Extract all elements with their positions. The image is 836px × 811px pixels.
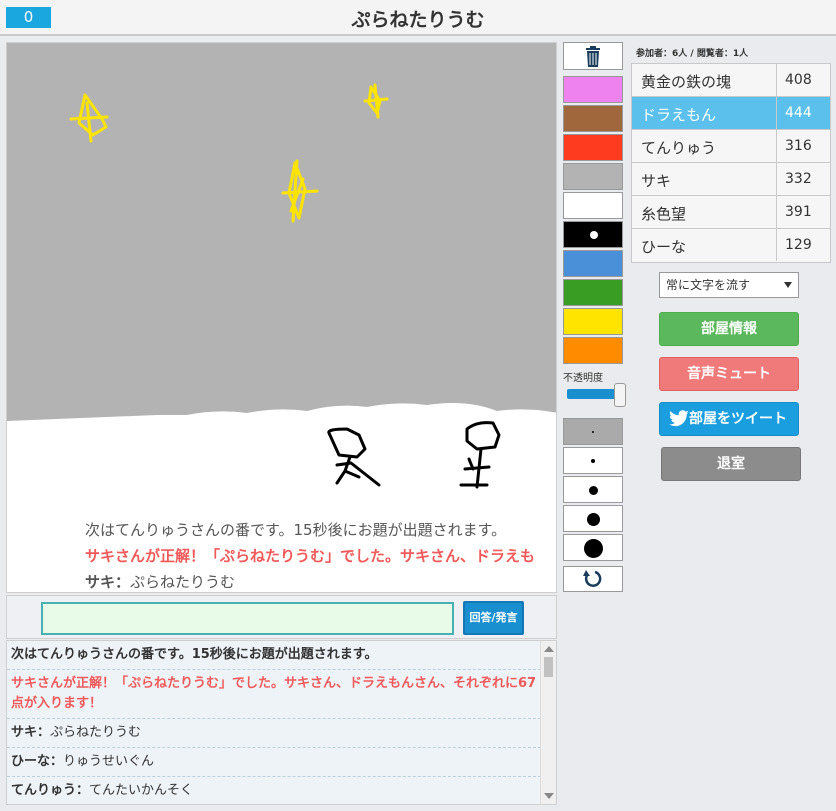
player-row-active[interactable]: ドラえもん 444 bbox=[632, 97, 830, 130]
drawing-layer bbox=[7, 43, 556, 489]
opacity-slider[interactable] bbox=[567, 383, 626, 407]
tweet-button[interactable]: 部屋をツイート bbox=[659, 402, 799, 436]
opacity-label: 不透明度 bbox=[563, 373, 603, 384]
header: 0 ぷらねたりうむ bbox=[0, 0, 836, 36]
twitter-bird-icon bbox=[669, 410, 689, 427]
overlay-text: ぷらねたりうむ bbox=[130, 573, 236, 591]
pen-size-dot-icon bbox=[592, 431, 594, 433]
log-text: りゅうせいぐん bbox=[63, 754, 155, 769]
color-swatch[interactable] bbox=[563, 134, 623, 161]
scroll-thumb[interactable] bbox=[544, 657, 553, 677]
player-name: サキ bbox=[641, 172, 672, 190]
player-row[interactable]: 黄金の鉄の塊 408 bbox=[632, 64, 830, 97]
player-score: 444 bbox=[776, 97, 831, 129]
log-text: てんたいかんそく bbox=[89, 783, 194, 798]
opacity-slider-track bbox=[567, 389, 621, 399]
color-swatch[interactable] bbox=[563, 250, 623, 277]
color-swatch[interactable] bbox=[563, 76, 623, 103]
player-score: 332 bbox=[776, 163, 831, 195]
trash-icon bbox=[586, 46, 600, 67]
log-speaker: てんりゅう： bbox=[11, 783, 90, 798]
text-flow-select[interactable]: 常に文字を流す bbox=[659, 272, 799, 298]
player-score: 129 bbox=[776, 229, 831, 261]
player-row[interactable]: サキ 332 bbox=[632, 163, 830, 196]
pen-size-button[interactable] bbox=[563, 476, 623, 503]
player-score: 408 bbox=[776, 64, 831, 96]
undo-icon bbox=[583, 570, 602, 587]
pen-size-button[interactable] bbox=[563, 505, 623, 532]
page-title: ぷらねたりうむ bbox=[351, 9, 485, 31]
color-swatch[interactable] bbox=[563, 308, 623, 335]
player-name: 糸色望 bbox=[641, 205, 687, 223]
text-flow-select-value: 常に文字を流す bbox=[666, 278, 751, 292]
log-row: てんりゅう：てんたいかんそく bbox=[7, 777, 541, 804]
log-speaker: ひーな： bbox=[11, 754, 64, 769]
opacity-slider-knob[interactable] bbox=[614, 383, 626, 407]
pen-size-button[interactable] bbox=[563, 447, 623, 474]
participants-info: 参加者：6人 / 閲覧者：1人 bbox=[636, 49, 749, 59]
player-row[interactable]: てんりゅう 316 bbox=[632, 130, 830, 163]
tweet-button-label: 部屋をツイート bbox=[689, 411, 787, 427]
overlay-line-2: サキさんが正解！「ぷらねたりうむ」でした。サキさん、ドラえも bbox=[85, 547, 536, 565]
color-swatch[interactable] bbox=[563, 337, 623, 364]
player-row[interactable]: ひーな 129 bbox=[632, 229, 830, 262]
player-name: ひーな bbox=[641, 238, 687, 256]
pen-size-dot-icon bbox=[586, 512, 600, 526]
leave-button[interactable]: 退室 bbox=[661, 447, 801, 481]
pen-size-dot-icon bbox=[588, 485, 598, 495]
player-name: ドラえもん bbox=[641, 106, 717, 124]
pen-size-button[interactable] bbox=[563, 534, 623, 561]
overlay-line-3: サキ：ぷらねたりうむ bbox=[85, 569, 535, 592]
color-swatch[interactable] bbox=[563, 163, 623, 190]
player-score: 316 bbox=[776, 130, 831, 162]
log-row: サキさんが正解！「ぷらねたりうむ」でした。サキさん、ドラえもんさん、それぞれに6… bbox=[7, 670, 541, 719]
player-name: てんりゅう bbox=[641, 139, 717, 157]
scroll-down-arrow-icon[interactable] bbox=[544, 793, 554, 799]
log-row: ひーな：りゅうせいぐん bbox=[7, 748, 541, 777]
log-text: ぷらねたりうむ bbox=[50, 725, 142, 740]
answer-bar: 回答/発言 bbox=[6, 595, 557, 639]
figure-2 bbox=[459, 421, 501, 489]
color-swatch[interactable] bbox=[563, 279, 623, 306]
answer-button[interactable]: 回答/発言 bbox=[463, 601, 524, 635]
color-swatch[interactable] bbox=[563, 105, 623, 132]
room-info-button[interactable]: 部屋情報 bbox=[659, 312, 799, 346]
chevron-down-icon bbox=[784, 282, 792, 288]
player-row[interactable]: 糸色望 391 bbox=[632, 196, 830, 229]
log-row: 次はてんりゅうさんの番です。15秒後にお題が出題されます。 bbox=[7, 641, 541, 670]
log-row: サキ：ぷらねたりうむ bbox=[7, 719, 541, 748]
answer-input[interactable] bbox=[41, 602, 454, 635]
log-speaker: サキ： bbox=[11, 725, 51, 740]
scroll-up-arrow-icon[interactable] bbox=[544, 646, 554, 652]
pen-size-dot-icon bbox=[591, 459, 595, 463]
player-name: 黄金の鉄の塊 bbox=[641, 73, 732, 91]
clear-canvas-button[interactable] bbox=[563, 42, 623, 70]
overlay-speaker: サキ： bbox=[85, 573, 131, 591]
drawing-canvas[interactable]: 次はてんりゅうさんの番です。15秒後にお題が出題されます。 サキさんが正解！「ぷ… bbox=[6, 42, 557, 593]
color-swatch[interactable] bbox=[563, 192, 623, 219]
player-list: 黄金の鉄の塊 408 ドラえもん 444 てんりゅう 316 サキ 332 糸色望 391… bbox=[631, 63, 831, 263]
pen-size-button[interactable] bbox=[563, 418, 623, 445]
player-score: 391 bbox=[776, 196, 831, 228]
undo-button[interactable] bbox=[563, 566, 623, 592]
log-scrollbar[interactable] bbox=[540, 641, 556, 804]
figure-1 bbox=[327, 427, 381, 487]
pen-size-dot-icon bbox=[583, 538, 603, 558]
selected-color-indicator-icon bbox=[590, 231, 598, 239]
chat-log[interactable]: 次はてんりゅうさんの番です。15秒後にお題が出題されます。 サキさんが正解！「ぷ… bbox=[6, 640, 557, 805]
mute-button[interactable]: 音声ミュート bbox=[659, 357, 799, 391]
canvas-message-overlay: 次はてんりゅうさんの番です。15秒後にお題が出題されます。 サキさんが正解！「ぷ… bbox=[85, 517, 536, 592]
color-swatch[interactable] bbox=[563, 221, 623, 248]
overlay-line-1: 次はてんりゅうさんの番です。15秒後にお題が出題されます。 bbox=[85, 521, 507, 539]
